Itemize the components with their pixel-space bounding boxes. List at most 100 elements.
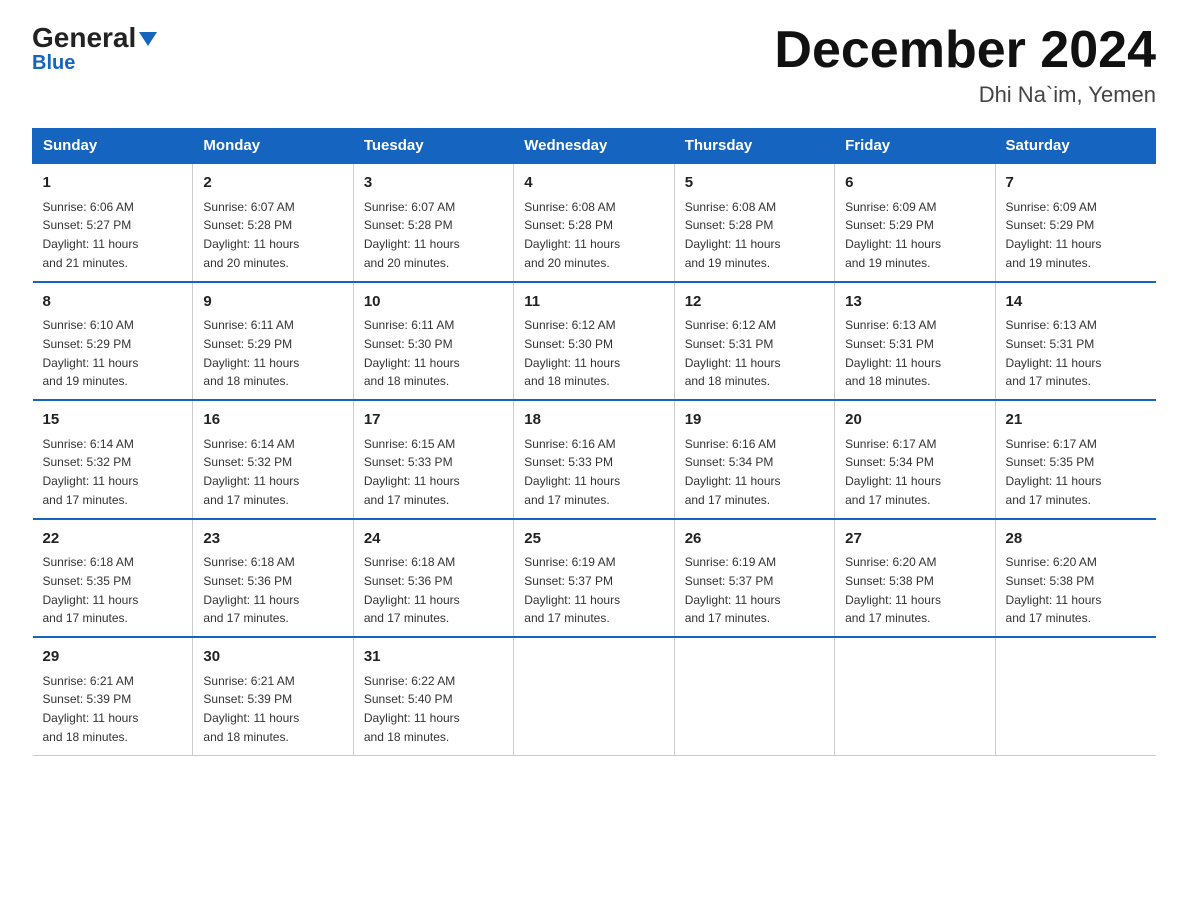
calendar-cell: 11 Sunrise: 6:12 AMSunset: 5:30 PMDaylig…: [514, 282, 674, 401]
day-number: 24: [364, 528, 503, 551]
day-info: Sunrise: 6:19 AMSunset: 5:37 PMDaylight:…: [685, 555, 781, 625]
day-info: Sunrise: 6:06 AMSunset: 5:27 PMDaylight:…: [43, 200, 139, 270]
day-info: Sunrise: 6:08 AMSunset: 5:28 PMDaylight:…: [524, 200, 620, 270]
day-info: Sunrise: 6:19 AMSunset: 5:37 PMDaylight:…: [524, 555, 620, 625]
day-info: Sunrise: 6:22 AMSunset: 5:40 PMDaylight:…: [364, 674, 460, 744]
day-number: 13: [845, 291, 984, 314]
day-number: 16: [203, 409, 342, 432]
calendar-cell: 8 Sunrise: 6:10 AMSunset: 5:29 PMDayligh…: [33, 282, 193, 401]
day-info: Sunrise: 6:11 AMSunset: 5:30 PMDaylight:…: [364, 318, 460, 388]
day-number: 28: [1006, 528, 1146, 551]
calendar-header-row: Sunday Monday Tuesday Wednesday Thursday…: [33, 129, 1156, 164]
day-number: 20: [845, 409, 984, 432]
calendar-cell: 2 Sunrise: 6:07 AMSunset: 5:28 PMDayligh…: [193, 163, 353, 282]
day-number: 15: [43, 409, 183, 432]
day-number: 10: [364, 291, 503, 314]
logo-general-text: General: [32, 24, 136, 52]
calendar-cell: 22 Sunrise: 6:18 AMSunset: 5:35 PMDaylig…: [33, 519, 193, 638]
title-area: December 2024 Dhi Na`im, Yemen: [774, 24, 1156, 108]
day-info: Sunrise: 6:07 AMSunset: 5:28 PMDaylight:…: [364, 200, 460, 270]
calendar-cell: 9 Sunrise: 6:11 AMSunset: 5:29 PMDayligh…: [193, 282, 353, 401]
day-number: 12: [685, 291, 824, 314]
day-info: Sunrise: 6:17 AMSunset: 5:35 PMDaylight:…: [1006, 437, 1102, 507]
calendar-cell: 3 Sunrise: 6:07 AMSunset: 5:28 PMDayligh…: [353, 163, 513, 282]
logo: General Blue: [32, 24, 157, 75]
day-number: 26: [685, 528, 824, 551]
calendar-cell: 27 Sunrise: 6:20 AMSunset: 5:38 PMDaylig…: [835, 519, 995, 638]
day-number: 22: [43, 528, 183, 551]
day-number: 7: [1006, 172, 1146, 195]
day-info: Sunrise: 6:20 AMSunset: 5:38 PMDaylight:…: [845, 555, 941, 625]
day-info: Sunrise: 6:10 AMSunset: 5:29 PMDaylight:…: [43, 318, 139, 388]
day-number: 1: [43, 172, 183, 195]
calendar-cell: 13 Sunrise: 6:13 AMSunset: 5:31 PMDaylig…: [835, 282, 995, 401]
calendar-cell: 25 Sunrise: 6:19 AMSunset: 5:37 PMDaylig…: [514, 519, 674, 638]
day-info: Sunrise: 6:16 AMSunset: 5:33 PMDaylight:…: [524, 437, 620, 507]
calendar-cell: 7 Sunrise: 6:09 AMSunset: 5:29 PMDayligh…: [995, 163, 1155, 282]
day-number: 8: [43, 291, 183, 314]
day-info: Sunrise: 6:21 AMSunset: 5:39 PMDaylight:…: [203, 674, 299, 744]
day-info: Sunrise: 6:13 AMSunset: 5:31 PMDaylight:…: [845, 318, 941, 388]
calendar-cell: 15 Sunrise: 6:14 AMSunset: 5:32 PMDaylig…: [33, 400, 193, 519]
logo-blue-text: Blue: [32, 52, 75, 75]
calendar-cell: [514, 637, 674, 755]
day-info: Sunrise: 6:07 AMSunset: 5:28 PMDaylight:…: [203, 200, 299, 270]
day-number: 9: [203, 291, 342, 314]
calendar-table: Sunday Monday Tuesday Wednesday Thursday…: [32, 128, 1156, 756]
day-number: 2: [203, 172, 342, 195]
week-row-3: 15 Sunrise: 6:14 AMSunset: 5:32 PMDaylig…: [33, 400, 1156, 519]
day-number: 4: [524, 172, 663, 195]
day-number: 3: [364, 172, 503, 195]
week-row-5: 29 Sunrise: 6:21 AMSunset: 5:39 PMDaylig…: [33, 637, 1156, 755]
calendar-cell: 19 Sunrise: 6:16 AMSunset: 5:34 PMDaylig…: [674, 400, 834, 519]
day-number: 27: [845, 528, 984, 551]
day-number: 29: [43, 646, 183, 669]
day-info: Sunrise: 6:13 AMSunset: 5:31 PMDaylight:…: [1006, 318, 1102, 388]
calendar-cell: 31 Sunrise: 6:22 AMSunset: 5:40 PMDaylig…: [353, 637, 513, 755]
day-info: Sunrise: 6:18 AMSunset: 5:36 PMDaylight:…: [203, 555, 299, 625]
day-info: Sunrise: 6:09 AMSunset: 5:29 PMDaylight:…: [845, 200, 941, 270]
day-info: Sunrise: 6:18 AMSunset: 5:35 PMDaylight:…: [43, 555, 139, 625]
calendar-cell: 6 Sunrise: 6:09 AMSunset: 5:29 PMDayligh…: [835, 163, 995, 282]
calendar-cell: 30 Sunrise: 6:21 AMSunset: 5:39 PMDaylig…: [193, 637, 353, 755]
calendar-cell: 10 Sunrise: 6:11 AMSunset: 5:30 PMDaylig…: [353, 282, 513, 401]
logo-triangle-icon: [139, 32, 157, 46]
col-tuesday: Tuesday: [353, 129, 513, 164]
day-number: 21: [1006, 409, 1146, 432]
day-info: Sunrise: 6:11 AMSunset: 5:29 PMDaylight:…: [203, 318, 299, 388]
calendar-cell: 4 Sunrise: 6:08 AMSunset: 5:28 PMDayligh…: [514, 163, 674, 282]
day-number: 31: [364, 646, 503, 669]
location-title: Dhi Na`im, Yemen: [774, 82, 1156, 108]
day-number: 30: [203, 646, 342, 669]
day-number: 18: [524, 409, 663, 432]
day-info: Sunrise: 6:16 AMSunset: 5:34 PMDaylight:…: [685, 437, 781, 507]
calendar-cell: 26 Sunrise: 6:19 AMSunset: 5:37 PMDaylig…: [674, 519, 834, 638]
day-info: Sunrise: 6:18 AMSunset: 5:36 PMDaylight:…: [364, 555, 460, 625]
day-info: Sunrise: 6:09 AMSunset: 5:29 PMDaylight:…: [1006, 200, 1102, 270]
month-title: December 2024: [774, 24, 1156, 76]
calendar-cell: 1 Sunrise: 6:06 AMSunset: 5:27 PMDayligh…: [33, 163, 193, 282]
calendar-cell: [835, 637, 995, 755]
calendar-cell: 20 Sunrise: 6:17 AMSunset: 5:34 PMDaylig…: [835, 400, 995, 519]
day-number: 5: [685, 172, 824, 195]
day-info: Sunrise: 6:15 AMSunset: 5:33 PMDaylight:…: [364, 437, 460, 507]
calendar-cell: [674, 637, 834, 755]
day-info: Sunrise: 6:08 AMSunset: 5:28 PMDaylight:…: [685, 200, 781, 270]
day-info: Sunrise: 6:20 AMSunset: 5:38 PMDaylight:…: [1006, 555, 1102, 625]
calendar-cell: 29 Sunrise: 6:21 AMSunset: 5:39 PMDaylig…: [33, 637, 193, 755]
day-number: 14: [1006, 291, 1146, 314]
calendar-cell: 21 Sunrise: 6:17 AMSunset: 5:35 PMDaylig…: [995, 400, 1155, 519]
day-number: 19: [685, 409, 824, 432]
col-friday: Friday: [835, 129, 995, 164]
page-header: General Blue December 2024 Dhi Na`im, Ye…: [32, 24, 1156, 108]
week-row-2: 8 Sunrise: 6:10 AMSunset: 5:29 PMDayligh…: [33, 282, 1156, 401]
calendar-cell: 5 Sunrise: 6:08 AMSunset: 5:28 PMDayligh…: [674, 163, 834, 282]
day-info: Sunrise: 6:17 AMSunset: 5:34 PMDaylight:…: [845, 437, 941, 507]
day-number: 25: [524, 528, 663, 551]
calendar-cell: 12 Sunrise: 6:12 AMSunset: 5:31 PMDaylig…: [674, 282, 834, 401]
calendar-cell: 17 Sunrise: 6:15 AMSunset: 5:33 PMDaylig…: [353, 400, 513, 519]
col-monday: Monday: [193, 129, 353, 164]
calendar-cell: 28 Sunrise: 6:20 AMSunset: 5:38 PMDaylig…: [995, 519, 1155, 638]
day-info: Sunrise: 6:12 AMSunset: 5:30 PMDaylight:…: [524, 318, 620, 388]
col-wednesday: Wednesday: [514, 129, 674, 164]
